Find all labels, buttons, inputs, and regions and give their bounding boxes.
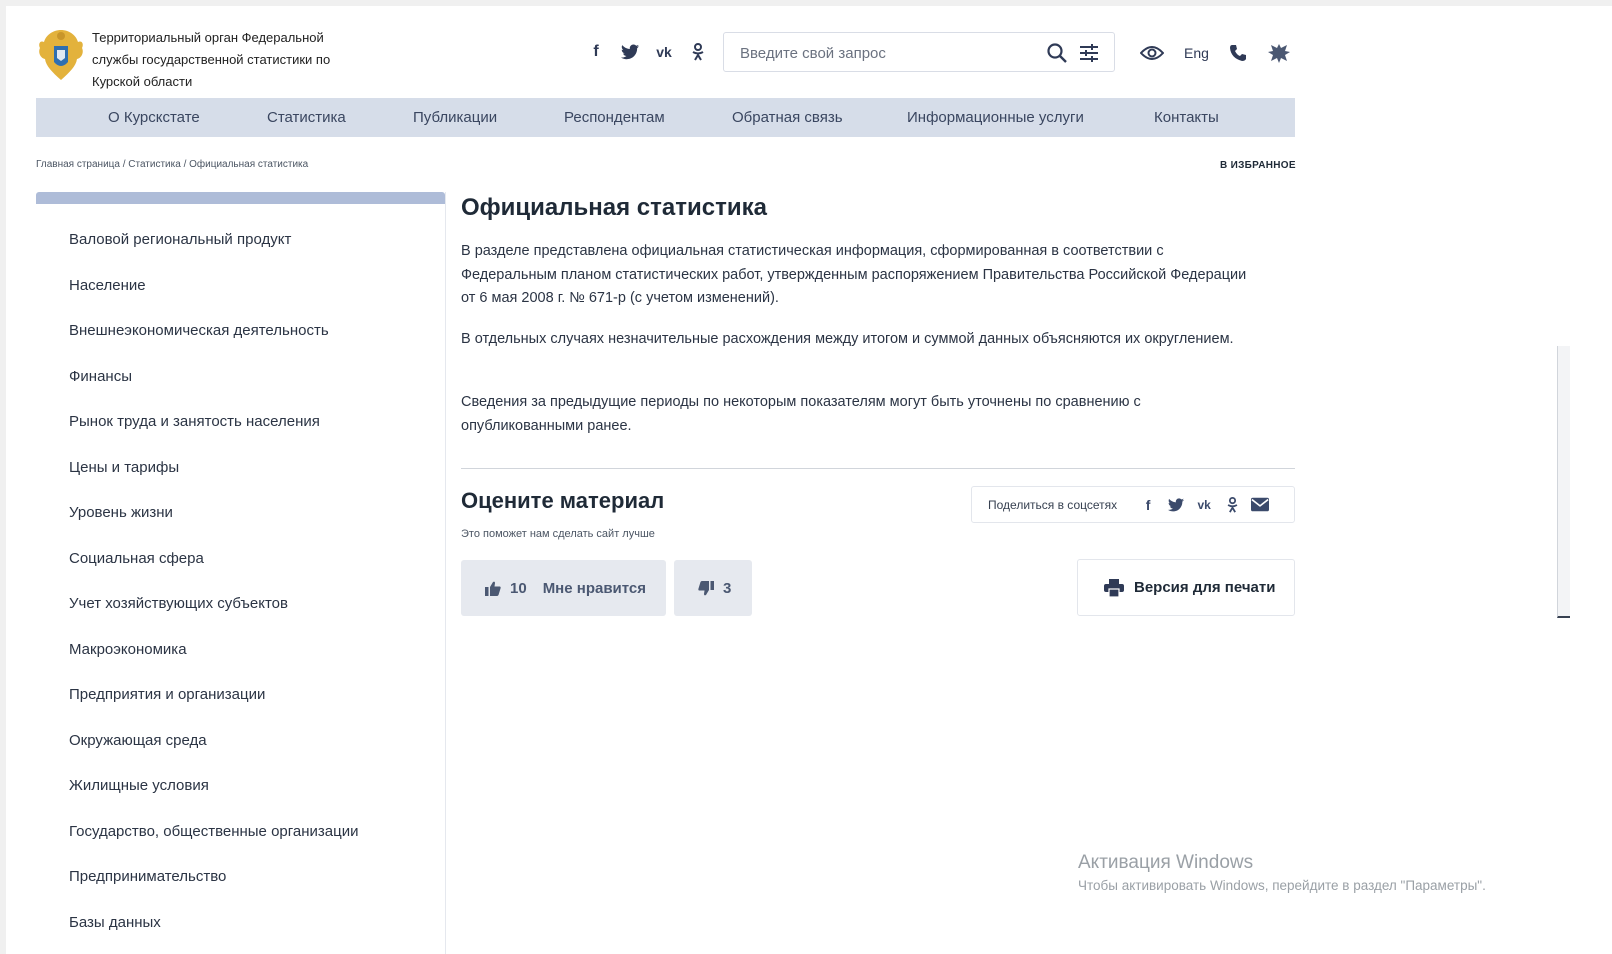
divider (461, 468, 1295, 469)
share-facebook-icon[interactable]: f (1139, 496, 1157, 514)
vk-icon[interactable]: vk (654, 42, 674, 62)
nav-item-publications[interactable]: Публикации (413, 109, 497, 126)
header-tools: Eng (1140, 42, 1291, 64)
share-email-icon[interactable] (1251, 496, 1270, 514)
filter-settings-icon[interactable] (1078, 42, 1100, 64)
share-icons: f vk (1139, 496, 1270, 514)
sidebar-item[interactable]: Население (69, 274, 358, 320)
language-switch[interactable]: Eng (1184, 45, 1209, 61)
rating-subtitle: Это поможет нам сделать сайт лучше (461, 528, 655, 540)
sidebar-item[interactable]: Уровень жизни (69, 501, 358, 547)
nav-item-contacts[interactable]: Контакты (1154, 109, 1219, 126)
emblem-logo-icon[interactable] (36, 26, 86, 84)
search-box (723, 32, 1115, 72)
coat-of-arms-icon[interactable] (1267, 42, 1291, 64)
twitter-icon[interactable] (620, 42, 640, 62)
thumbs-down-icon (698, 580, 714, 595)
search-input[interactable] (738, 41, 1032, 65)
sidebar-header-bar (36, 192, 445, 204)
sidebar-item[interactable]: Предпринимательство (69, 865, 358, 911)
windows-activation-title: Активация Windows (1078, 852, 1254, 873)
nav-item-about[interactable]: О Курскстате (108, 109, 200, 126)
share-twitter-icon[interactable] (1167, 496, 1185, 514)
sidebar-item[interactable]: Цены и тарифы (69, 456, 358, 502)
nav-item-feedback[interactable]: Обратная связь (732, 109, 843, 126)
sidebar-item[interactable]: Валовой региональный продукт (69, 228, 358, 274)
page: Территориальный орган Федеральной службы… (6, 6, 1612, 954)
sidebar-item[interactable]: Окружающая среда (69, 729, 358, 775)
side-feedback-tab[interactable] (1557, 346, 1570, 618)
page-title: Официальная статистика (461, 194, 767, 221)
thumbs-up-icon (485, 581, 501, 596)
like-button[interactable]: 10 Мне нравится (461, 560, 666, 616)
revision-paragraph: Сведения за предыдущие периоды по некото… (461, 394, 1141, 434)
print-version-button[interactable]: Версия для печати (1077, 559, 1295, 616)
main-nav: О Курскстате Статистика Публикации Респо… (36, 98, 1295, 137)
sidebar-item[interactable]: Социальная сфера (69, 547, 358, 593)
windows-activation-text: Чтобы активировать Windows, перейдите в … (1078, 878, 1486, 893)
header-social: f vk (586, 42, 708, 62)
print-label: Версия для печати (1134, 579, 1276, 596)
sidebar-item[interactable]: Жилищные условия (69, 774, 358, 820)
share-odnoklassniki-icon[interactable] (1223, 496, 1241, 514)
eye-accessibility-icon[interactable] (1140, 45, 1164, 61)
nav-item-statistics[interactable]: Статистика (267, 109, 346, 126)
sidebar-item[interactable]: Макроэкономика (69, 638, 358, 684)
share-label: Поделиться в соцсетях (988, 497, 1118, 512)
rounding-paragraph: В отдельных случаях незначительные расхо… (461, 331, 1234, 347)
sidebar-list: Валовой региональный продукт Население В… (69, 228, 358, 954)
intro-paragraph: В разделе представлена официальная стати… (461, 243, 1247, 306)
add-to-favorites-link[interactable]: В ИЗБРАННОЕ (1220, 160, 1296, 171)
sidebar-item[interactable]: Рынок труда и занятость населения (69, 410, 358, 456)
sidebar-item[interactable]: Государство, общественные организации (69, 820, 358, 866)
sidebar-item[interactable]: Учет хозяйствующих субъектов (69, 592, 358, 638)
facebook-icon[interactable]: f (586, 42, 606, 62)
sidebar-item[interactable]: Финансы (69, 365, 358, 411)
dislike-button[interactable]: 3 (674, 560, 752, 616)
search-icon[interactable] (1046, 42, 1068, 64)
share-vk-icon[interactable]: vk (1195, 496, 1213, 514)
rating-title: Оцените материал (461, 488, 665, 513)
odnoklassniki-icon[interactable] (688, 42, 708, 62)
phone-icon[interactable] (1229, 44, 1247, 62)
sidebar-item[interactable]: Предприятия и организации (69, 683, 358, 729)
sidebar: Валовой региональный продукт Население В… (36, 192, 446, 954)
share-panel: Поделиться в соцсетях f vk (971, 486, 1295, 523)
breadcrumb[interactable]: Главная страница / Статистика / Официаль… (36, 159, 308, 170)
dislike-count: 3 (723, 579, 732, 597)
nav-item-info-services[interactable]: Информационные услуги (907, 109, 1084, 126)
like-count: 10 (510, 579, 527, 597)
sidebar-item[interactable]: Внешнеэкономическая деятельность (69, 319, 358, 365)
nav-item-respondents[interactable]: Респондентам (564, 109, 665, 126)
like-label: Мне нравится (542, 579, 647, 597)
sidebar-item[interactable]: Базы данных (69, 911, 358, 954)
org-name[interactable]: Территориальный орган Федеральной службы… (92, 27, 352, 93)
printer-icon (1104, 578, 1124, 597)
